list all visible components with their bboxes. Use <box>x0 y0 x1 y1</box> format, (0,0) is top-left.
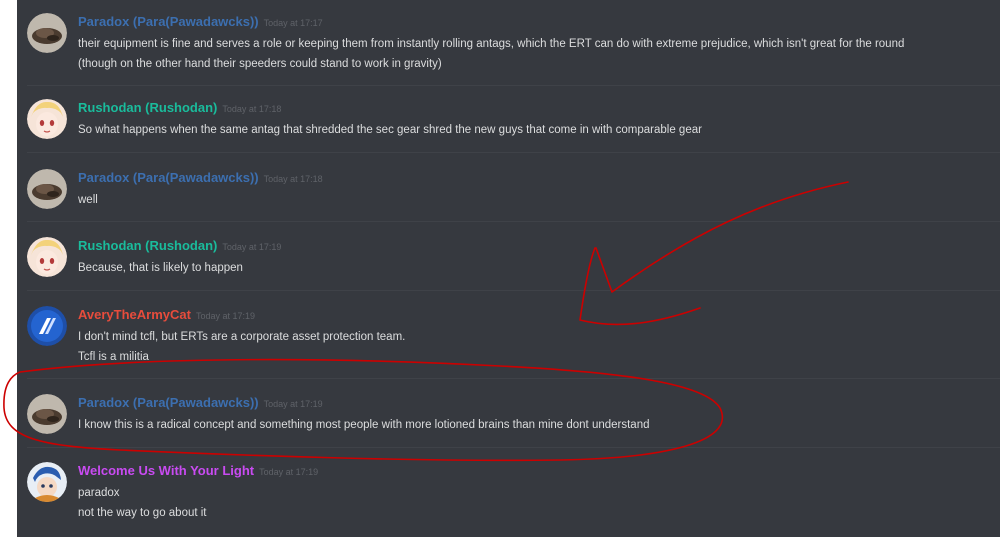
message-header: Rushodan (Rushodan) Today at 17:19 <box>78 237 281 255</box>
author-avatar-rock[interactable] <box>27 394 67 434</box>
message-divider <box>27 152 1000 153</box>
message-line: I know this is a radical concept and som… <box>78 419 650 431</box>
timestamp: Today at 17:19 <box>195 311 255 321</box>
message-content: paradox not the way to go about it <box>78 483 970 523</box>
message-content: their equipment is fine and serves a rol… <box>78 34 970 74</box>
author-avatar-blue-logo[interactable] <box>27 306 67 346</box>
message-line: well <box>78 194 98 206</box>
author-name[interactable]: AveryTheArmyCat <box>78 307 191 322</box>
message-content: So what happens when the same antag that… <box>78 120 970 140</box>
author-name[interactable]: Paradox (Para(Pawadawcks)) <box>78 395 259 410</box>
message-header: Paradox (Para(Pawadawcks)) Today at 17:19 <box>78 394 323 412</box>
chat-messages[interactable]: Paradox (Para(Pawadawcks)) Today at 17:17… <box>17 0 1000 537</box>
author-avatar-anime[interactable] <box>27 99 67 139</box>
author-name[interactable]: Rushodan (Rushodan) <box>78 100 217 115</box>
timestamp: Today at 17:17 <box>263 18 323 28</box>
timestamp: Today at 17:19 <box>222 242 282 252</box>
message-divider <box>27 378 1000 379</box>
author-avatar-character[interactable] <box>27 462 67 502</box>
message-line: (though on the other hand their speeders… <box>78 58 442 70</box>
message-divider <box>27 290 1000 291</box>
message-content: well <box>78 190 970 210</box>
timestamp: Today at 17:18 <box>222 104 282 114</box>
message-line: I don't mind tcfl, but ERTs are a corpor… <box>78 331 406 343</box>
message-header: Rushodan (Rushodan) Today at 17:18 <box>78 99 281 117</box>
author-avatar-rock[interactable] <box>27 169 67 209</box>
message-header: Welcome Us With Your Light Today at 17:19 <box>78 462 318 480</box>
message-line: Because, that is likely to happen <box>78 262 243 274</box>
author-name[interactable]: Rushodan (Rushodan) <box>78 238 217 253</box>
message-header: AveryTheArmyCat Today at 17:19 <box>78 306 255 324</box>
message-divider <box>27 221 1000 222</box>
message-content: I know this is a radical concept and som… <box>78 415 970 435</box>
message-divider <box>27 447 1000 448</box>
timestamp: Today at 17:19 <box>263 399 323 409</box>
message-line: their equipment is fine and serves a rol… <box>78 38 905 50</box>
left-white-strip <box>0 0 17 537</box>
message-line: paradox <box>78 487 120 499</box>
message-line: not the way to go about it <box>78 507 207 519</box>
author-avatar-rock[interactable] <box>27 13 67 53</box>
message-content: Because, that is likely to happen <box>78 258 970 278</box>
timestamp: Today at 17:18 <box>263 174 323 184</box>
message-header: Paradox (Para(Pawadawcks)) Today at 17:17 <box>78 13 323 31</box>
message-header: Paradox (Para(Pawadawcks)) Today at 17:18 <box>78 169 323 187</box>
author-avatar-anime[interactable] <box>27 237 67 277</box>
message-line: Tcfl is a militia <box>78 351 149 363</box>
message-content: I don't mind tcfl, but ERTs are a corpor… <box>78 327 970 367</box>
author-name[interactable]: Paradox (Para(Pawadawcks)) <box>78 14 259 29</box>
timestamp: Today at 17:19 <box>259 467 319 477</box>
message-line: So what happens when the same antag that… <box>78 124 702 136</box>
author-name[interactable]: Paradox (Para(Pawadawcks)) <box>78 170 259 185</box>
message-divider <box>27 85 1000 86</box>
author-name[interactable]: Welcome Us With Your Light <box>78 463 254 478</box>
